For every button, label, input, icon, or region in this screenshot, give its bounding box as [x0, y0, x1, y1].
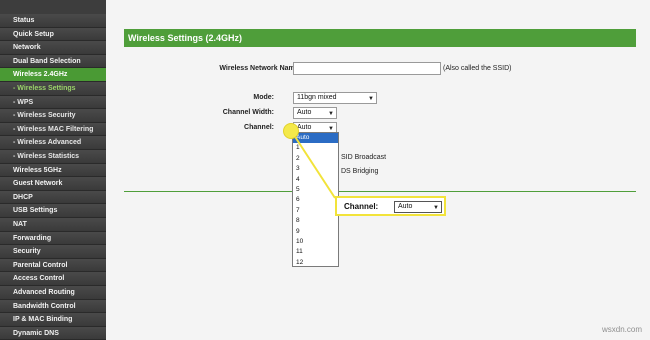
channel-value: Auto: [297, 124, 312, 131]
channel-width-select[interactable]: Auto ▼: [293, 107, 337, 119]
sidebar-item-status[interactable]: Status: [0, 14, 106, 28]
channel-option[interactable]: 2: [293, 154, 338, 164]
page-title: Wireless Settings (2.4GHz): [124, 29, 636, 47]
sidebar-item-wireless-advanced[interactable]: - Wireless Advanced: [0, 136, 106, 150]
wds-bridging-label: DS Bridging: [341, 168, 379, 175]
channel-option[interactable]: 12: [293, 258, 338, 268]
callout-marker-icon: [283, 123, 299, 139]
channel-option[interactable]: 6: [293, 195, 338, 205]
channel-option[interactable]: 11: [293, 247, 338, 257]
chevron-down-icon: ▼: [433, 205, 439, 211]
sidebar-item-ip-mac-binding[interactable]: IP & MAC Binding: [0, 313, 106, 327]
watermark: wsxdn.com: [601, 325, 642, 334]
sidebar-item-advanced-routing[interactable]: Advanced Routing: [0, 286, 106, 300]
sidebar-item-dual-band-selection[interactable]: Dual Band Selection: [0, 54, 106, 69]
sidebar-item-wireless-settings[interactable]: - Wireless Settings: [0, 82, 106, 96]
sidebar-item-wps[interactable]: - WPS: [0, 95, 106, 110]
channel-option[interactable]: Auto: [293, 133, 338, 144]
sidebar-item-wireless-24ghz[interactable]: Wireless 2.4GHz: [0, 68, 106, 82]
sidebar-item-wireless-security[interactable]: - Wireless Security: [0, 109, 106, 123]
sidebar-item-dhcp[interactable]: DHCP: [0, 190, 106, 205]
ssid-label: Wireless Network Name:: [219, 65, 301, 72]
mode-value: 11bgn mixed: [297, 94, 337, 101]
sidebar-item-dynamic-dns[interactable]: Dynamic DNS: [0, 326, 106, 340]
channel-option[interactable]: 9: [293, 227, 338, 237]
channel-option[interactable]: 3: [293, 164, 338, 174]
sidebar-item-wireless-mac-filtering[interactable]: - Wireless MAC Filtering: [0, 122, 106, 137]
main-content: Wireless Settings (2.4GHz) Wireless Netw…: [106, 0, 650, 340]
callout-channel-label: Channel:: [344, 202, 379, 211]
ssid-broadcast-label: SID Broadcast: [341, 154, 387, 161]
callout-channel-value: Auto: [398, 203, 413, 210]
channel-dropdown-list[interactable]: Auto 1 2 3 4 5 6 7 8 9 10 11 12: [292, 132, 339, 267]
mode-select[interactable]: 11bgn mixed ▼: [293, 92, 377, 104]
sidebar-item-forwarding[interactable]: Forwarding: [0, 231, 106, 246]
channel-option[interactable]: 10: [293, 237, 338, 247]
channel-callout: Channel: Auto ▼: [335, 196, 446, 216]
sidebar-item-bandwidth-control[interactable]: Bandwidth Control: [0, 299, 106, 314]
sidebar-item-wireless-5ghz[interactable]: Wireless 5GHz: [0, 163, 106, 178]
channel-label: Channel:: [244, 124, 274, 131]
chevron-down-icon: ▼: [368, 96, 374, 102]
channel-width-value: Auto: [297, 109, 312, 116]
ssid-input[interactable]: [293, 62, 441, 75]
sidebar-item-usb-settings[interactable]: USB Settings: [0, 204, 106, 218]
channel-option[interactable]: 8: [293, 216, 338, 226]
channel-option[interactable]: 7: [293, 206, 338, 216]
sidebar-item-guest-network[interactable]: Guest Network: [0, 177, 106, 191]
ssid-note: (Also called the SSID): [443, 65, 512, 72]
top-bar: [106, 0, 650, 22]
sidebar-item-nat[interactable]: NAT: [0, 218, 106, 232]
chevron-down-icon: ▼: [328, 111, 334, 117]
sidebar-item-wireless-statistics[interactable]: - Wireless Statistics: [0, 150, 106, 164]
sidebar-item-access-control[interactable]: Access Control: [0, 272, 106, 286]
sidebar-item-quick-setup[interactable]: Quick Setup: [0, 27, 106, 42]
sidebar-item-parental-control[interactable]: Parental Control: [0, 258, 106, 273]
sidebar-item-network[interactable]: Network: [0, 41, 106, 55]
channel-option[interactable]: 5: [293, 185, 338, 195]
section-divider: [124, 191, 636, 192]
mode-label: Mode:: [253, 94, 274, 101]
channel-width-label: Channel Width:: [222, 109, 274, 116]
channel-option[interactable]: 1: [293, 143, 338, 153]
sidebar-item-security[interactable]: Security: [0, 245, 106, 259]
sidebar-nav: Status Quick Setup Network Dual Band Sel…: [0, 0, 106, 340]
callout-channel-select: Auto ▼: [394, 201, 442, 213]
channel-option[interactable]: 4: [293, 175, 338, 185]
